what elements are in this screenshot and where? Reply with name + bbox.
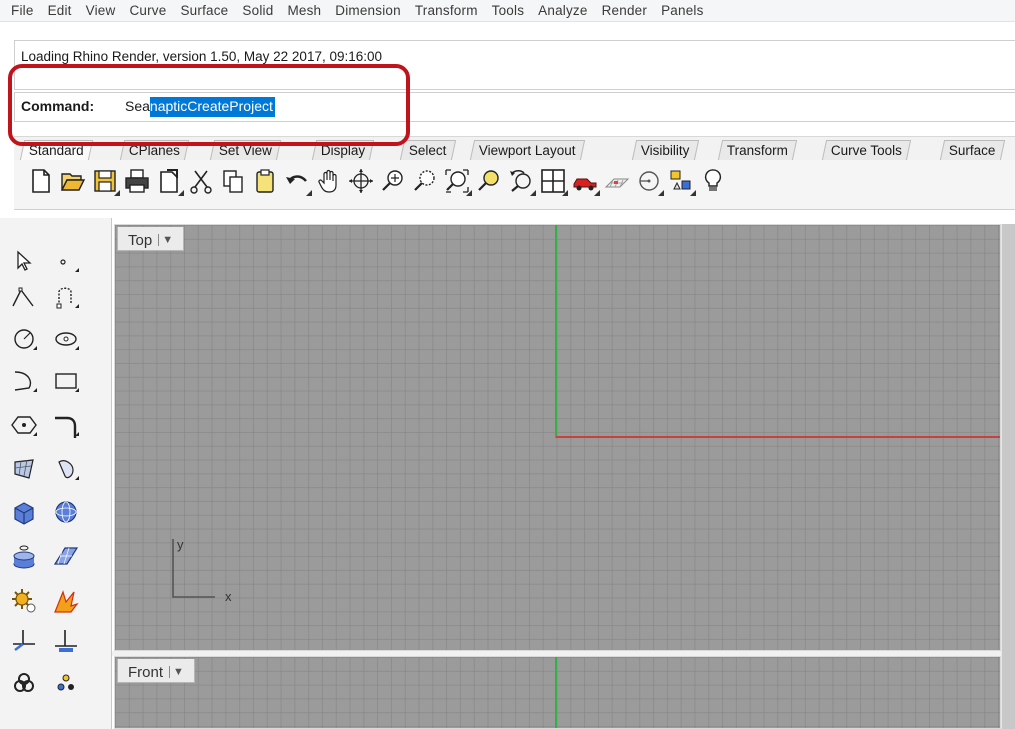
curve-icon[interactable] [48,280,84,314]
import-icon[interactable] [154,166,184,196]
command-input[interactable]: Sea napticCreateProject [125,97,275,117]
polyline-icon[interactable] [6,280,42,314]
tab-transform[interactable]: Transform [717,140,798,160]
menu-analyze[interactable]: Analyze [531,3,594,18]
arc-icon[interactable] [6,364,42,398]
menu-curve[interactable]: Curve [122,3,173,18]
open-icon[interactable] [58,166,88,196]
menu-mesh[interactable]: Mesh [280,3,328,18]
menu-tools[interactable]: Tools [485,3,532,18]
menu-dimension[interactable]: Dimension [328,3,408,18]
tab-curve-tools[interactable]: Curve Tools [821,140,912,160]
standard-toolbar [14,160,1015,210]
tab-surface[interactable]: Surface [939,140,1005,160]
cylinder-icon[interactable] [6,540,42,574]
tab-standard[interactable]: Standard [19,140,93,160]
command-typed-text: Sea [125,98,150,114]
command-prompt[interactable]: Command: Sea napticCreateProject [14,92,1015,122]
axis-widget: y x [172,537,232,604]
x-axis-line [556,436,1000,438]
viewport-front-label: Front [128,663,164,681]
circle-icon[interactable] [6,322,42,356]
command-label: Command: [21,98,95,114]
circle-tool-icon[interactable] [634,166,664,196]
right-viewport-edge [1001,224,1015,729]
car-icon[interactable] [570,166,600,196]
grid [115,657,1000,728]
transform-icon[interactable] [48,624,84,658]
zoom-selected-icon[interactable] [474,166,504,196]
shapes-icon[interactable] [666,166,696,196]
menu-file[interactable]: File [4,3,41,18]
z-axis-line [555,657,557,728]
menu-surface[interactable]: Surface [173,3,235,18]
fillet-icon[interactable] [48,408,84,442]
layer-icon[interactable] [48,666,84,700]
point-icon[interactable] [48,244,84,278]
menu-bar: File Edit View Curve Surface Solid Mesh … [0,0,1015,22]
rotate-view-icon[interactable] [506,166,536,196]
viewport-front-title[interactable]: Front ▼ [117,659,195,683]
undo-icon[interactable] [282,166,312,196]
command-history: Loading Rhino Render, version 1.50, May … [14,40,1015,90]
tab-set-view[interactable]: Set View [209,140,282,160]
dimension-icon[interactable] [6,624,42,658]
surface-from-points-icon[interactable] [6,452,42,486]
menu-solid[interactable]: Solid [235,3,280,18]
mesh-plane-icon[interactable] [48,540,84,574]
polygon-icon[interactable] [6,408,42,442]
axis-x-label: x [225,589,232,604]
new-icon[interactable] [26,166,56,196]
zoom-icon[interactable] [378,166,408,196]
viewport-top[interactable]: Top ▼ y x [114,224,1001,651]
save-icon[interactable] [90,166,120,196]
command-history-line: Loading Rhino Render, version 1.50, May … [21,49,383,64]
gear-icon[interactable] [6,584,42,618]
material-icon[interactable] [602,166,632,196]
copy-icon[interactable] [218,166,248,196]
ellipse-icon[interactable] [48,322,84,356]
chevron-down-icon[interactable]: ▼ [158,234,173,246]
rectangle-icon[interactable] [48,364,84,398]
paste-icon[interactable] [250,166,280,196]
viewport-top-title[interactable]: Top ▼ [117,227,185,251]
menu-edit[interactable]: Edit [41,3,79,18]
tab-cplanes[interactable]: CPlanes [119,140,190,160]
menu-panels[interactable]: Panels [654,3,710,18]
surface-icon[interactable] [48,452,84,486]
tab-viewport-layout[interactable]: Viewport Layout [469,140,585,160]
sphere-icon[interactable] [48,496,84,530]
zoom-window-icon[interactable] [410,166,440,196]
explode-icon[interactable] [48,584,84,618]
print-icon[interactable] [122,166,152,196]
four-viewports-icon[interactable] [538,166,568,196]
render-icon[interactable] [6,666,42,700]
rotate-icon[interactable] [346,166,376,196]
box-icon[interactable] [6,496,42,530]
cut-icon[interactable] [186,166,216,196]
zoom-extents-icon[interactable] [442,166,472,196]
pan-icon[interactable] [314,166,344,196]
tab-select[interactable]: Select [399,140,456,160]
chevron-down-icon[interactable]: ▼ [169,666,184,678]
viewport-front[interactable]: Front ▼ [114,656,1001,729]
tab-visibility[interactable]: Visibility [631,140,699,160]
y-axis-line [555,225,557,438]
menu-transform[interactable]: Transform [408,3,485,18]
viewport-top-label: Top [128,231,153,249]
axis-y-label: y [177,537,184,552]
toolbar-tabs: Standard CPlanes Set View Display Select… [14,136,1015,160]
select-arrow-icon[interactable] [6,244,42,278]
command-autocomplete-selection: napticCreateProject [149,97,275,117]
left-toolbar [0,218,112,729]
menu-render[interactable]: Render [595,3,654,18]
menu-view[interactable]: View [79,3,123,18]
tab-display[interactable]: Display [311,140,375,160]
light-icon[interactable] [698,166,728,196]
